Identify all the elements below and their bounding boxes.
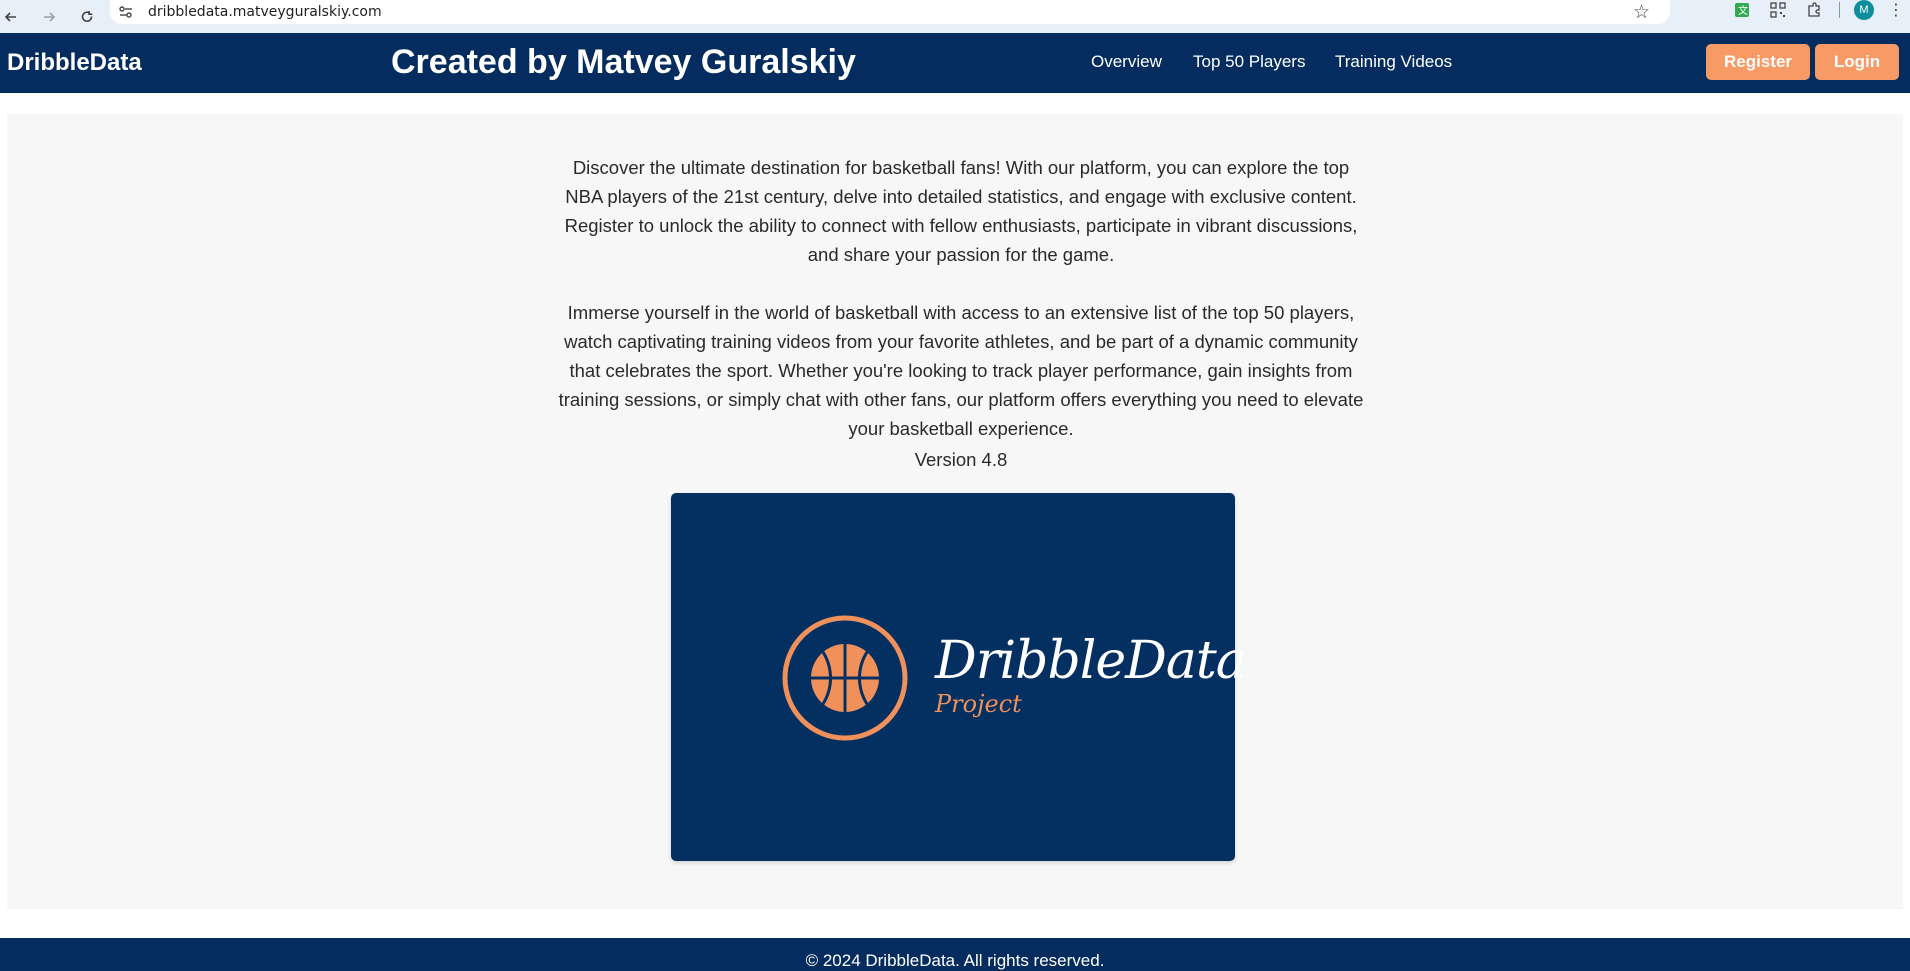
version-label: Version 4.8: [914, 449, 1008, 470]
browser-toolbar: dribbledata.matveyguralskiy.com ☆ 文 M ⋮: [0, 0, 1910, 33]
nav-overview[interactable]: Overview: [1091, 52, 1162, 72]
logo-subtitle: Project: [935, 690, 1022, 718]
login-button[interactable]: Login: [1815, 44, 1899, 80]
toolbar-divider: [1839, 2, 1840, 18]
site-header: DribbleData Created by Matvey Guralskiy …: [0, 33, 1910, 93]
star-icon[interactable]: ☆: [1633, 1, 1650, 24]
reload-icon[interactable]: [76, 6, 98, 28]
logo-title: DribbleData: [935, 631, 1247, 691]
features-paragraph: Immerse yourself in the world of basketb…: [558, 302, 1364, 439]
intro-paragraph: Discover the ultimate destination for ba…: [564, 157, 1358, 265]
url-text[interactable]: dribbledata.matveyguralskiy.com: [148, 4, 382, 20]
site-footer: © 2024 DribbleData. All rights reserved.: [0, 938, 1910, 971]
qr-icon[interactable]: [1767, 0, 1789, 20]
site-info-icon[interactable]: [114, 2, 138, 22]
forward-icon[interactable]: [38, 6, 60, 28]
extensions-area: 文 M ⋮: [1731, 0, 1910, 20]
profile-avatar[interactable]: M: [1854, 0, 1874, 20]
creator-heading: Created by Matvey Guralskiy: [391, 43, 856, 81]
basketball-icon: [782, 615, 908, 741]
brand-logo-text[interactable]: DribbleData: [7, 49, 142, 77]
extensions-icon[interactable]: [1803, 0, 1825, 20]
nav-top-50-players[interactable]: Top 50 Players: [1193, 52, 1305, 72]
translate-icon[interactable]: 文: [1731, 0, 1753, 20]
svg-text:文: 文: [1738, 4, 1748, 17]
project-logo-card: DribbleData Project: [671, 493, 1247, 861]
address-bar[interactable]: dribbledata.matveyguralskiy.com ☆: [110, 0, 1670, 24]
menu-icon[interactable]: ⋮: [1888, 0, 1904, 20]
copyright-text: © 2024 DribbleData. All rights reserved.: [805, 951, 1105, 970]
nav-training-videos[interactable]: Training Videos: [1335, 52, 1452, 72]
main-content: Discover the ultimate destination for ba…: [7, 114, 1903, 909]
register-button[interactable]: Register: [1706, 44, 1810, 80]
back-icon[interactable]: [0, 6, 22, 28]
